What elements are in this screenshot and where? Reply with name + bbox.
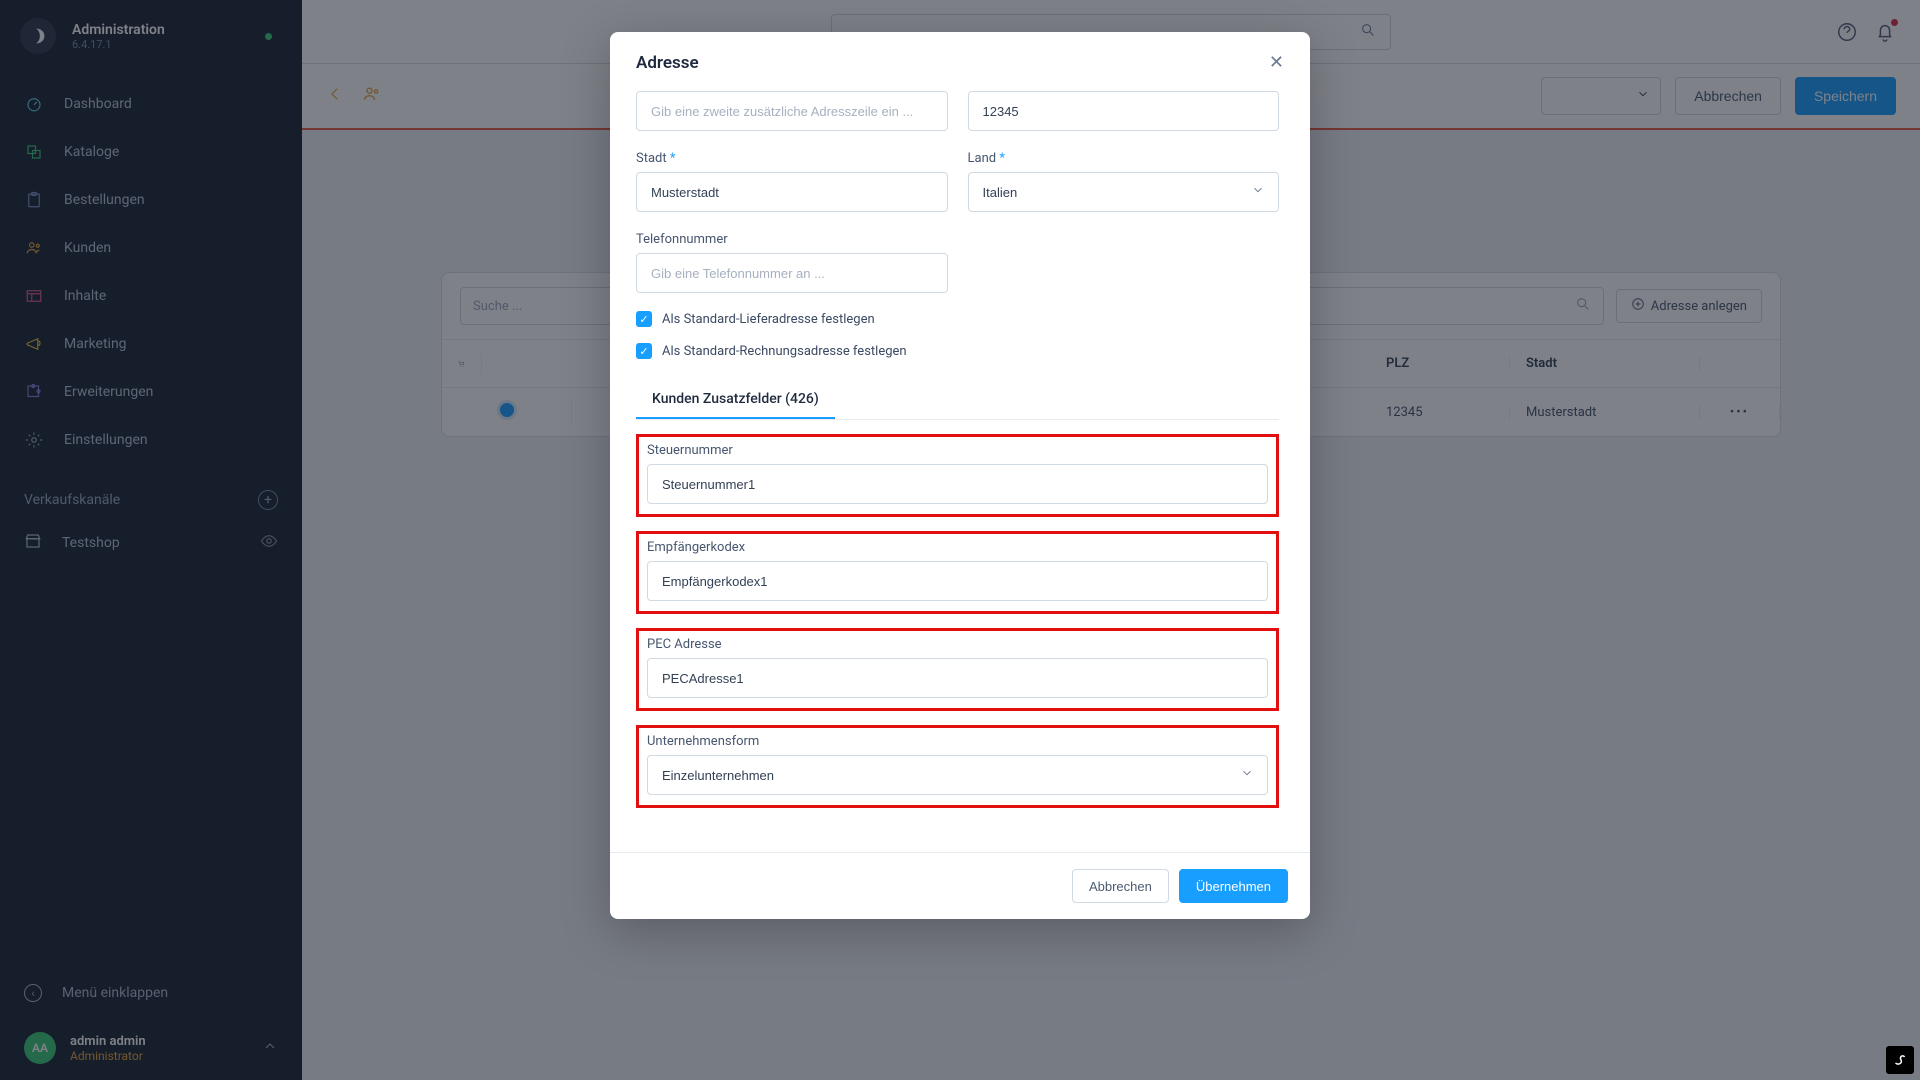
phone-input[interactable] — [636, 253, 948, 293]
default-shipping-checkbox[interactable]: ✓ Als Standard-Lieferadresse festlegen — [636, 303, 1279, 335]
modal-cancel-button[interactable]: Abbrechen — [1072, 869, 1169, 903]
company-form-group: Unternehmensform — [636, 725, 1279, 808]
phone-label: Telefonnummer — [636, 232, 948, 247]
pec-address-label: PEC Adresse — [647, 637, 1268, 652]
city-label: Stadt * — [636, 151, 948, 166]
postal-input[interactable] — [968, 91, 1280, 131]
close-icon[interactable]: ✕ — [1269, 52, 1284, 73]
country-label: Land * — [968, 151, 1280, 166]
address-modal: Adresse ✕ Stadt * Land * — [610, 32, 1310, 919]
company-form-label: Unternehmensform — [647, 734, 1268, 749]
checkbox-checked-icon: ✓ — [636, 311, 652, 327]
tax-number-group: Steuernummer — [636, 434, 1279, 517]
default-billing-label: Als Standard-Rechnungsadresse festlegen — [662, 344, 907, 359]
custom-fields-tab[interactable]: Kunden Zusatzfelder (426) — [636, 381, 835, 419]
symfony-badge-icon[interactable] — [1886, 1046, 1914, 1074]
default-billing-checkbox[interactable]: ✓ Als Standard-Rechnungsadresse festlege… — [636, 335, 1279, 367]
pec-address-group: PEC Adresse — [636, 628, 1279, 711]
checkbox-checked-icon: ✓ — [636, 343, 652, 359]
country-select[interactable] — [968, 172, 1280, 212]
address-line2-input[interactable] — [636, 91, 948, 131]
tax-number-input[interactable] — [647, 464, 1268, 504]
city-input[interactable] — [636, 172, 948, 212]
tax-number-label: Steuernummer — [647, 443, 1268, 458]
recipient-code-label: Empfängerkodex — [647, 540, 1268, 555]
modal-apply-button[interactable]: Übernehmen — [1179, 869, 1288, 903]
company-form-select[interactable] — [647, 755, 1268, 795]
modal-title: Adresse — [636, 53, 699, 73]
recipient-code-group: Empfängerkodex — [636, 531, 1279, 614]
recipient-code-input[interactable] — [647, 561, 1268, 601]
default-shipping-label: Als Standard-Lieferadresse festlegen — [662, 312, 875, 327]
pec-address-input[interactable] — [647, 658, 1268, 698]
